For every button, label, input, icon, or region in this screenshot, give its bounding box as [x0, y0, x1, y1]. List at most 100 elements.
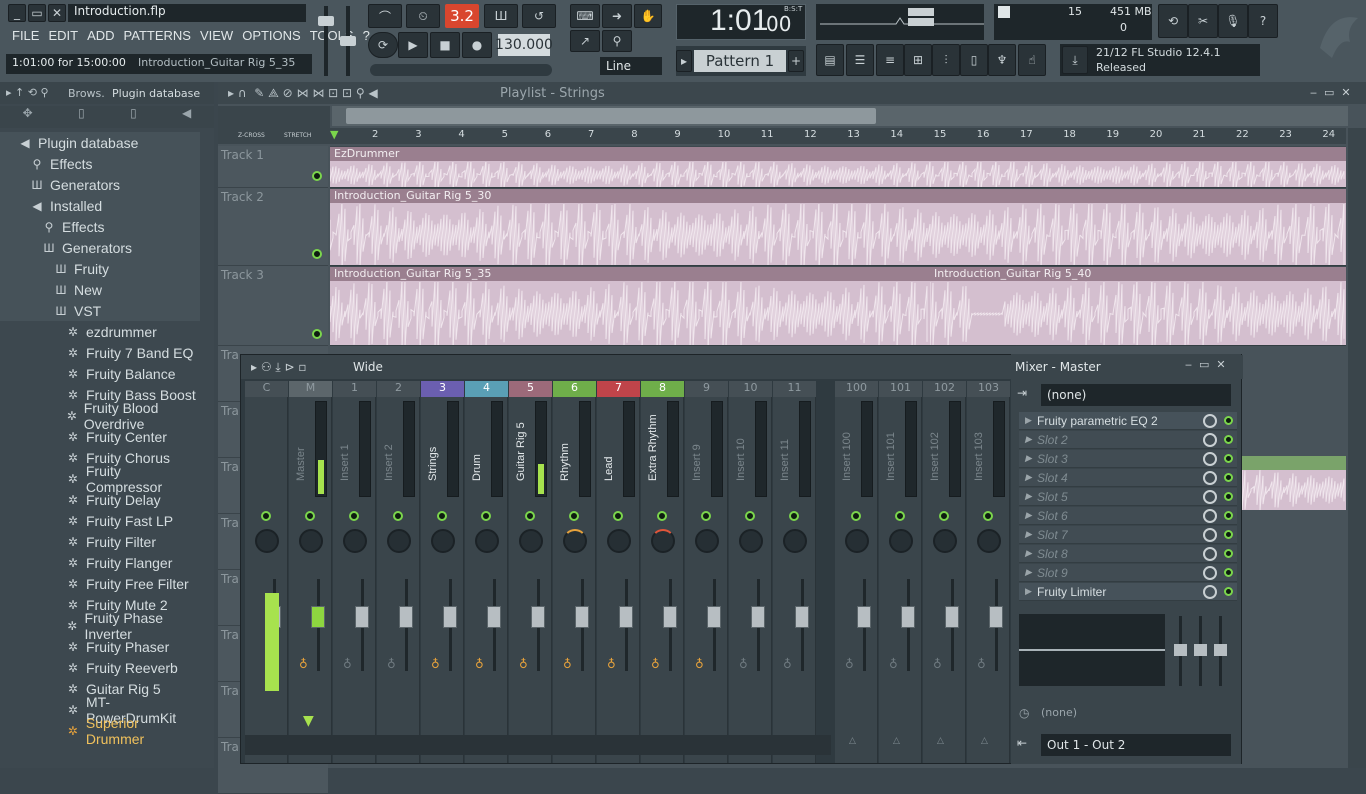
effect-slot[interactable]: ▶ Slot 6 [1019, 507, 1237, 525]
typing-keyboard-icon[interactable]: ⌨ [570, 4, 600, 28]
slot-mix-knob[interactable] [1203, 413, 1217, 428]
effect-slot[interactable]: ▶ Slot 7 [1019, 526, 1237, 544]
slot-expand-icon[interactable]: ▶ [1025, 548, 1032, 559]
undo-history-icon[interactable]: ⟲ [1158, 4, 1188, 38]
mixer-strip[interactable]: 11Insert 11♁△ [773, 381, 816, 763]
track-mute-led[interactable] [312, 171, 322, 181]
slot-enable-led[interactable] [1224, 530, 1233, 539]
browser-item[interactable]: ✲ Fruity Fast LP [0, 510, 200, 531]
link-icon[interactable]: ⚲ [602, 30, 632, 52]
track-header[interactable]: Track 1 [218, 146, 328, 188]
slot-mix-knob[interactable] [1203, 451, 1217, 466]
slot-enable-led[interactable] [1224, 473, 1233, 482]
track-header[interactable]: Track 2 [218, 188, 328, 266]
mixer-strip[interactable]: C [245, 381, 288, 763]
browser-item[interactable]: Ш VST [0, 300, 200, 321]
slot-mix-knob[interactable] [1203, 489, 1217, 504]
route-lamp-icon[interactable]: ♁ [889, 657, 898, 671]
browser-item[interactable]: ✲ Fruity Flanger [0, 552, 200, 573]
strip-enable-led[interactable] [393, 511, 403, 521]
audio-clip[interactable]: EzDrummer [330, 147, 1346, 187]
slot-mix-knob[interactable] [1203, 508, 1217, 523]
mixer-strip[interactable]: M Master ♁ ▼ [289, 381, 332, 763]
countdown-button[interactable]: 3.2 [445, 4, 479, 28]
input-select[interactable]: (none) [1041, 384, 1231, 406]
slot-expand-icon[interactable]: ▶ [1025, 586, 1032, 597]
browser-item[interactable]: Ш Generators [0, 174, 200, 195]
browser-item[interactable]: ✲ Fruity Phase Inverter [0, 610, 200, 642]
strip-enable-led[interactable] [745, 511, 755, 521]
channel-rack-icon[interactable]: ≡ [876, 44, 904, 76]
menu-item-add[interactable]: ADD [87, 28, 114, 43]
mixer-strip[interactable]: 10Insert 10♁△ [729, 381, 772, 763]
strip-enable-led[interactable] [851, 511, 861, 521]
slot-enable-led[interactable] [1224, 416, 1233, 425]
plugin-filter-icon[interactable]: ▯ [130, 106, 137, 128]
volume-fader[interactable] [751, 606, 765, 628]
menu-item-view[interactable]: VIEW [200, 28, 233, 43]
record-button[interactable]: ● [462, 32, 492, 58]
strip-enable-led[interactable] [983, 511, 993, 521]
menu-item-options[interactable]: OPTIONS [242, 28, 301, 43]
browser-item[interactable]: ✲ Fruity Delay [0, 489, 200, 510]
effect-slot[interactable]: ▶ Fruity parametric EQ 2 [1019, 412, 1237, 430]
route-lamp-icon[interactable]: ♁ [783, 657, 792, 671]
pan-knob[interactable] [933, 529, 957, 553]
menu-item-file[interactable]: FILE [12, 28, 39, 43]
slot-expand-icon[interactable]: ▶ [1025, 529, 1032, 540]
mixer-strip[interactable]: 7Lead♁△ [597, 381, 640, 763]
mixer-window-icon[interactable]: ⫶ [932, 44, 960, 76]
hand-icon[interactable]: ✋ [634, 4, 662, 28]
send-arrow-icon[interactable]: △ [893, 736, 900, 746]
send-arrow-icon[interactable]: △ [981, 736, 988, 746]
browser-item[interactable]: ◀ Installed [0, 195, 200, 216]
song-position-slider[interactable] [370, 64, 552, 76]
menu-item-edit[interactable]: EDIT [48, 28, 78, 43]
route-lamp-icon[interactable]: ♁ [519, 657, 528, 671]
effect-slot[interactable]: ▶ Fruity Limiter [1019, 583, 1237, 601]
browser-item[interactable]: ✲ Fruity Filter [0, 531, 200, 552]
mixer-strip[interactable]: 100 Insert 100 ♁ △ [835, 381, 878, 763]
effect-slot[interactable]: ▶ Slot 3 [1019, 450, 1237, 468]
playlist-maximize-icon[interactable]: ▭ [1324, 86, 1334, 99]
effect-slot[interactable]: ▶ Slot 8 [1019, 545, 1237, 563]
slot-expand-icon[interactable]: ▶ [1025, 415, 1032, 426]
volume-fader[interactable] [311, 606, 325, 628]
strip-enable-led[interactable] [481, 511, 491, 521]
mixer-strip[interactable]: 101 Insert 101 ♁ △ [879, 381, 922, 763]
send-select[interactable]: (none) [1041, 706, 1077, 719]
close-icon[interactable]: ✕ [48, 4, 66, 22]
track-mute-led[interactable] [312, 329, 322, 339]
route-lamp-icon[interactable]: ♁ [475, 657, 484, 671]
route-lamp-icon[interactable]: ♁ [739, 657, 748, 671]
slot-mix-knob[interactable] [1203, 584, 1217, 599]
mixer-strip[interactable]: 102 Insert 102 ♁ △ [923, 381, 966, 763]
mixer-strip[interactable]: 103 Insert 103 ♁ △ [967, 381, 1010, 763]
record-mode-icon[interactable]: ⏲ [406, 4, 440, 28]
browser-item[interactable]: ✲ Fruity Compressor [0, 463, 200, 495]
browser-item[interactable]: ✲ Fruity Center [0, 426, 200, 447]
pan-knob[interactable] [299, 529, 323, 553]
menu-item-patterns[interactable]: PATTERNS [124, 28, 191, 43]
pan-knob[interactable] [783, 529, 807, 553]
volume-fader[interactable] [531, 606, 545, 628]
pan-knob[interactable] [255, 529, 279, 553]
volume-fader[interactable] [795, 606, 809, 628]
pan-knob[interactable] [651, 529, 675, 553]
touch-controller-icon[interactable]: ☝ [1018, 44, 1046, 76]
slot-expand-icon[interactable]: ▶ [1025, 510, 1032, 521]
slot-expand-icon[interactable]: ▶ [1025, 434, 1032, 445]
playlist-scrollbar[interactable] [346, 108, 876, 124]
volume-fader[interactable] [399, 606, 413, 628]
mixer-strip[interactable]: 6Rhythm♁△ [553, 381, 596, 763]
strip-enable-led[interactable] [895, 511, 905, 521]
slot-enable-led[interactable] [1224, 492, 1233, 501]
restore-icon[interactable]: ▭ [28, 4, 46, 22]
blend-notes-icon[interactable]: Ш [484, 4, 518, 28]
mixer-strip[interactable]: 5Guitar Rig 5♁△ [509, 381, 552, 763]
slot-mix-knob[interactable] [1203, 565, 1217, 580]
slot-enable-led[interactable] [1224, 587, 1233, 596]
mixer-strip[interactable]: 8Extra Rhythm♁△ [641, 381, 684, 763]
pan-knob[interactable] [563, 529, 587, 553]
mixer-strip[interactable]: 9Insert 9♁△ [685, 381, 728, 763]
